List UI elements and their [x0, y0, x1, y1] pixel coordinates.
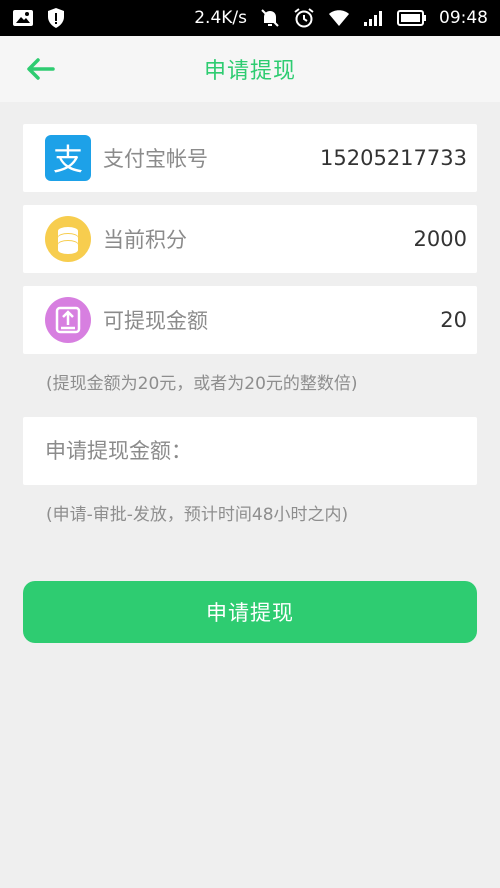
submit-withdraw-button[interactable]: 申请提现 — [23, 581, 477, 643]
amount-input[interactable] — [45, 417, 477, 485]
alipay-icon: 支 — [45, 135, 91, 181]
alarm-icon — [293, 7, 315, 29]
page-title: 申请提现 — [203, 59, 296, 84]
network-speed: 2.4K/s — [194, 8, 247, 28]
points-value: 2000 — [413, 227, 467, 251]
withdrawable-value: 20 — [440, 308, 467, 332]
mute-icon — [259, 7, 281, 29]
shield-alert-icon — [46, 7, 66, 29]
status-left — [12, 7, 66, 29]
svg-text:支: 支 — [53, 143, 83, 178]
arrow-left-icon — [27, 58, 55, 80]
status-bar: 2.4K/s 09:48 — [0, 0, 500, 36]
process-hint: (申请-审批-发放，预计时间48小时之内) — [46, 505, 349, 525]
status-right: 2.4K/s 09:48 — [194, 7, 488, 29]
withdraw-icon — [45, 297, 91, 343]
app-bar: 申请提现 — [0, 36, 500, 102]
withdrawable-label: 可提现金额 — [103, 309, 208, 333]
battery-icon — [397, 9, 427, 27]
back-button[interactable] — [20, 50, 60, 88]
points-label: 当前积分 — [103, 228, 187, 252]
withdrawable-row: 可提现金额 20 — [23, 286, 477, 354]
amount-input-row — [23, 417, 477, 485]
points-row: 当前积分 2000 — [23, 205, 477, 273]
signal-icon — [363, 9, 385, 27]
alipay-account-row: 支 支付宝帐号 15205217733 — [23, 124, 477, 192]
image-notification-icon — [12, 8, 34, 28]
amount-rule-hint: (提现金额为20元，或者为20元的整数倍) — [46, 374, 358, 394]
clock: 09:48 — [439, 8, 488, 28]
coins-icon — [45, 216, 91, 262]
alipay-account-value: 15205217733 — [320, 146, 467, 170]
wifi-icon — [327, 8, 351, 28]
alipay-account-label: 支付宝帐号 — [103, 147, 208, 171]
